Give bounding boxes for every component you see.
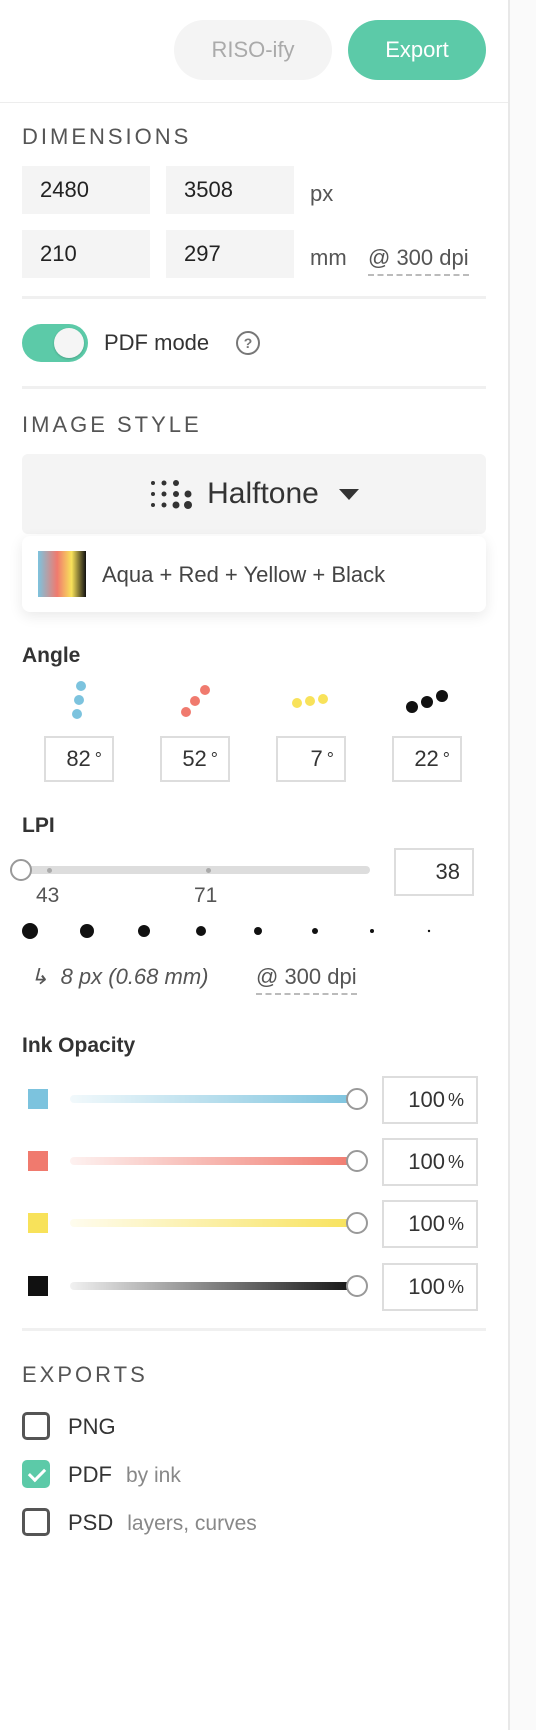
black-angle-icon — [406, 690, 448, 713]
export-button[interactable]: Export — [348, 20, 486, 80]
lpi-title: LPI — [22, 814, 55, 837]
mm-unit-label: mm — [310, 245, 347, 270]
pdf-mode-label: PDF mode — [104, 330, 210, 355]
black-ink-swatch — [28, 1276, 48, 1296]
help-icon[interactable]: ? — [236, 331, 260, 355]
red-angle-input[interactable]: 52 ° — [160, 736, 230, 782]
aqua-ink-swatch — [28, 1089, 48, 1109]
aqua-angle-input[interactable]: 82 ° — [44, 736, 114, 782]
pdf-mode-toggle[interactable] — [22, 324, 88, 362]
yellow-angle-icon — [292, 694, 328, 708]
divider — [22, 1328, 486, 1331]
psd-export-label[interactable]: PSD layers, curves — [68, 1510, 257, 1536]
image-style-select[interactable]: Halftone — [22, 454, 486, 534]
width-px-input[interactable]: 2480 — [22, 166, 150, 214]
halftone-icon — [151, 480, 193, 509]
lpi-slider-thumb[interactable] — [10, 859, 32, 881]
red-opacity-thumb[interactable] — [346, 1150, 368, 1172]
pdf-export-label[interactable]: PDF by ink — [68, 1462, 181, 1488]
lpi-input[interactable]: 38 — [394, 848, 474, 896]
yellow-opacity-track[interactable] — [70, 1219, 358, 1227]
width-mm-input[interactable]: 210 — [22, 230, 150, 278]
chevron-down-icon — [338, 488, 359, 500]
export-format: PSD — [68, 1510, 114, 1535]
ink-opacity-title: Ink Opacity — [22, 1034, 136, 1057]
angle-title: Angle — [22, 644, 81, 667]
angle-preview-icons — [72, 681, 448, 719]
percent-unit: % — [447, 1151, 464, 1172]
divider — [22, 386, 486, 389]
red-opacity-track[interactable] — [70, 1157, 358, 1165]
lpi-slider-track[interactable] — [22, 866, 370, 874]
dot-size-scale — [22, 923, 431, 939]
opacity-value: 100 — [408, 1211, 445, 1236]
percent-unit: % — [447, 1089, 464, 1110]
percent-unit: % — [447, 1276, 464, 1297]
black-opacity-input[interactable]: 100% — [382, 1263, 478, 1311]
divider — [22, 296, 486, 299]
palette-option[interactable]: Aqua + Red + Yellow + Black — [22, 536, 486, 612]
png-export-label[interactable]: PNG — [68, 1414, 116, 1440]
png-checkbox[interactable] — [22, 1412, 50, 1440]
export-format-detail: by ink — [126, 1464, 181, 1487]
lpi-tick-mark — [47, 868, 52, 873]
lpi-dpi-link[interactable]: @ 300 dpi — [256, 964, 357, 995]
height-px-input[interactable]: 3508 — [166, 166, 294, 214]
export-format: PNG — [68, 1414, 116, 1439]
dimensions-dpi-link[interactable]: @ 300 dpi — [368, 245, 469, 276]
export-format: PDF — [68, 1462, 112, 1487]
canvas-gutter — [510, 0, 536, 1730]
image-style-value: Halftone — [207, 477, 319, 510]
lpi-tick-label: 71 — [194, 884, 218, 907]
angle-value: 7 — [310, 746, 323, 771]
yellow-ink-swatch — [28, 1213, 48, 1233]
aqua-opacity-track[interactable] — [70, 1095, 358, 1103]
toggle-knob — [54, 328, 84, 358]
degree-unit: ° — [210, 748, 218, 769]
black-opacity-track[interactable] — [70, 1282, 358, 1290]
lpi-tick-mark — [206, 868, 211, 873]
red-opacity-input[interactable]: 100% — [382, 1138, 478, 1186]
riso-ify-button[interactable]: RISO-ify — [174, 20, 332, 80]
aqua-opacity-input[interactable]: 100% — [382, 1076, 478, 1124]
aqua-opacity-thumb[interactable] — [346, 1088, 368, 1110]
yellow-opacity-input[interactable]: 100% — [382, 1200, 478, 1248]
angle-value: 82 — [66, 746, 91, 771]
export-format-detail: layers, curves — [127, 1512, 257, 1535]
yellow-opacity-thumb[interactable] — [346, 1212, 368, 1234]
aqua-angle-icon — [72, 681, 86, 719]
pdf-checkbox[interactable] — [22, 1460, 50, 1488]
dot-size-text: 8 px (0.68 mm) — [60, 964, 209, 989]
black-opacity-thumb[interactable] — [346, 1275, 368, 1297]
lpi-tick-label: 43 — [36, 884, 60, 907]
return-arrow-icon: ↳ — [30, 964, 49, 989]
red-angle-icon — [181, 685, 210, 717]
settings-panel: RISO-ify Export DIMENSIONS 2480 3508 px … — [0, 0, 508, 1730]
angle-value: 22 — [414, 746, 439, 771]
dimensions-title: DIMENSIONS — [22, 124, 192, 149]
psd-checkbox[interactable] — [22, 1508, 50, 1536]
height-mm-input[interactable]: 297 — [166, 230, 294, 278]
palette-gradient-swatch — [38, 551, 86, 597]
red-ink-swatch — [28, 1151, 48, 1171]
opacity-value: 100 — [408, 1087, 445, 1112]
yellow-angle-input[interactable]: 7 ° — [276, 736, 346, 782]
image-style-title: IMAGE STYLE — [22, 412, 202, 437]
black-angle-input[interactable]: 22 ° — [392, 736, 462, 782]
percent-unit: % — [447, 1213, 464, 1234]
angle-value: 52 — [182, 746, 207, 771]
dot-size-readout: ↳ 8 px (0.68 mm) — [30, 964, 209, 990]
exports-title: EXPORTS — [22, 1362, 148, 1387]
degree-unit: ° — [326, 748, 334, 769]
px-unit-label: px — [310, 181, 334, 206]
opacity-value: 100 — [408, 1149, 445, 1174]
palette-label: Aqua + Red + Yellow + Black — [102, 562, 386, 587]
toolbar-divider — [0, 102, 508, 103]
opacity-value: 100 — [408, 1274, 445, 1299]
degree-unit: ° — [94, 748, 102, 769]
degree-unit: ° — [442, 748, 450, 769]
